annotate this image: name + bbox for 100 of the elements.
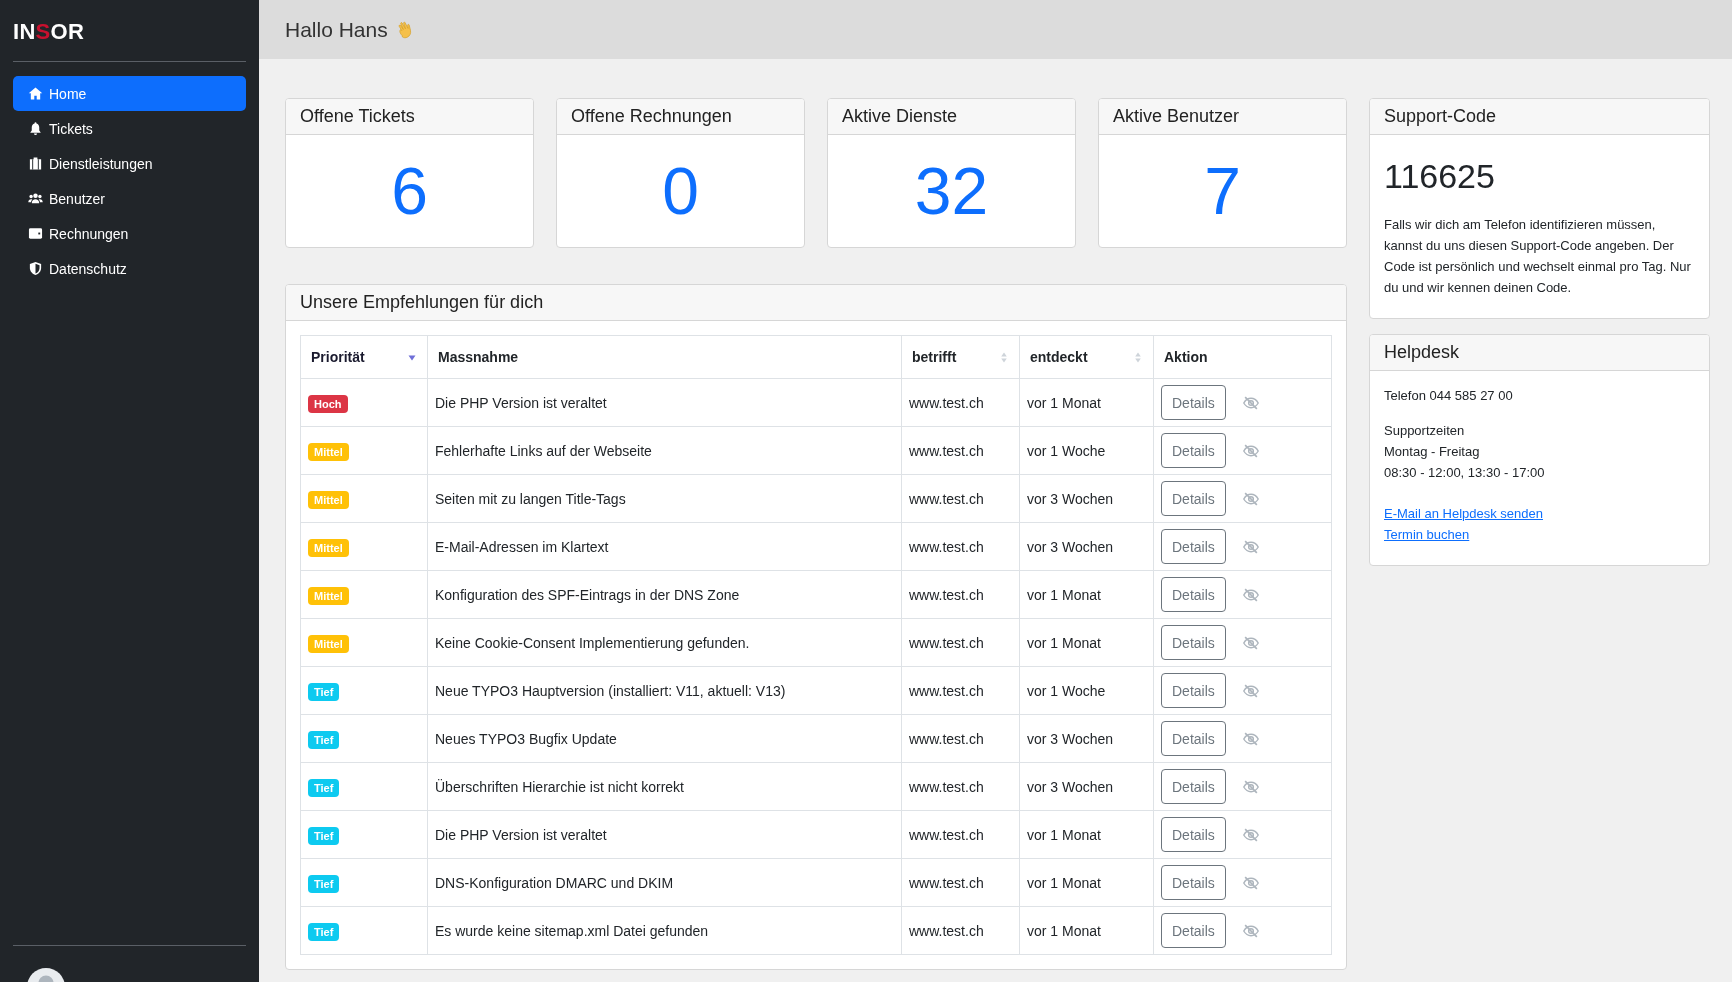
table-cell: Neues TYPO3 Bugfix Update bbox=[427, 714, 902, 763]
shield-icon bbox=[28, 261, 43, 276]
stat-value: 32 bbox=[914, 158, 989, 224]
card-title: Aktive Benutzer bbox=[1099, 99, 1346, 135]
table-cell: Seiten mit zu langen Title-Tags bbox=[427, 474, 902, 523]
table-cell: www.test.ch bbox=[901, 858, 1020, 907]
priority-badge: Mittel bbox=[308, 442, 349, 461]
sidebar-item[interactable]: Datenschutz bbox=[13, 251, 246, 286]
table-cell: Die PHP Version ist veraltet bbox=[427, 810, 902, 859]
table-cell: vor 1 Monat bbox=[1019, 858, 1154, 907]
priority-badge: Hoch bbox=[308, 394, 348, 413]
column-header: Aktion bbox=[1153, 335, 1332, 379]
priority-badge: Mittel bbox=[308, 490, 349, 509]
support-hours-text: Supportzeiten bbox=[1384, 422, 1466, 440]
support-hours-text: 08:30 - 12:00, 13:30 - 17:00 bbox=[1384, 464, 1546, 482]
table-cell: www.test.ch bbox=[901, 570, 1020, 619]
table-cell: vor 1 Monat bbox=[1019, 378, 1154, 427]
table-cell: Fehlerhafte Links auf der Webseite bbox=[427, 426, 902, 475]
details-button[interactable]: Details bbox=[1161, 385, 1226, 420]
suitcase-icon bbox=[28, 156, 43, 171]
support-code: 116625 bbox=[1384, 157, 1496, 196]
table-cell: Überschriften Hierarchie ist nicht korrekt bbox=[427, 762, 902, 811]
details-button[interactable]: Details bbox=[1161, 481, 1226, 516]
table-cell: www.test.ch bbox=[901, 378, 1020, 427]
table-cell: www.test.ch bbox=[901, 906, 1020, 955]
bell-icon bbox=[28, 121, 43, 136]
details-button[interactable]: Details bbox=[1161, 673, 1226, 708]
priority-badge: Mittel bbox=[308, 586, 349, 605]
card-title: Aktive Dienste bbox=[828, 99, 1075, 135]
details-button[interactable]: Details bbox=[1161, 913, 1226, 948]
support-hours-text: Montag - Freitag bbox=[1384, 443, 1481, 461]
priority-badge: Tief bbox=[308, 730, 340, 749]
card-title: Helpdesk bbox=[1370, 335, 1709, 371]
table-cell: www.test.ch bbox=[901, 666, 1020, 715]
greeting: Hallo Hans bbox=[285, 17, 388, 42]
details-button[interactable]: Details bbox=[1161, 865, 1226, 900]
table-cell: vor 3 Wochen bbox=[1019, 714, 1154, 763]
table-cell: DNS-Konfiguration DMARC und DKIM bbox=[427, 858, 902, 907]
table-cell: Keine Cookie-Consent Implementierung gefunden. bbox=[427, 618, 902, 667]
table-cell: vor 1 Woche bbox=[1019, 666, 1154, 715]
priority-badge: Tief bbox=[308, 922, 340, 941]
table-cell: vor 3 Wochen bbox=[1019, 474, 1154, 523]
sort-icon bbox=[999, 350, 1009, 364]
sidebar-item[interactable]: Rechnungen bbox=[13, 216, 246, 251]
wallet-icon bbox=[28, 226, 43, 241]
table-cell: E-Mail-Adressen im Klartext bbox=[427, 522, 902, 571]
table-cell: www.test.ch bbox=[901, 762, 1020, 811]
table-cell: vor 3 Wochen bbox=[1019, 762, 1154, 811]
phone-number: Telefon 044 585 27 00 bbox=[1384, 387, 1514, 405]
column-header[interactable]: Priorität bbox=[300, 335, 428, 379]
table-cell: www.test.ch bbox=[901, 426, 1020, 475]
priority-badge: Tief bbox=[308, 874, 340, 893]
support-code-text: Falls wir dich am Telefon identifizieren müssen, kannst du uns diesen Support-Code angeben. Der Code ist persönlich und wechselt einmal pro Tag. Nur du und wir kennen deinen Code. bbox=[1384, 216, 1692, 297]
details-button[interactable]: Details bbox=[1161, 577, 1226, 612]
table-cell: vor 1 Monat bbox=[1019, 570, 1154, 619]
details-button[interactable]: Details bbox=[1161, 817, 1226, 852]
details-button[interactable]: Details bbox=[1161, 433, 1226, 468]
link[interactable]: E-Mail an Helpdesk senden bbox=[1384, 503, 1543, 524]
details-button[interactable]: Details bbox=[1161, 625, 1226, 660]
table-cell: www.test.ch bbox=[901, 522, 1020, 571]
details-button[interactable]: Details bbox=[1161, 721, 1226, 756]
sidebar-item[interactable]: Benutzer bbox=[13, 181, 246, 216]
table-cell: www.test.ch bbox=[901, 810, 1020, 859]
card-title: Unsere Empfehlungen für dich bbox=[286, 285, 1346, 321]
stat-value: 7 bbox=[1204, 158, 1241, 224]
sidebar-item[interactable]: Dienstleistungen bbox=[13, 146, 246, 181]
sidebar-item[interactable]: Home bbox=[13, 76, 246, 111]
table-cell: vor 3 Wochen bbox=[1019, 522, 1154, 571]
card-title: Offene Rechnungen bbox=[557, 99, 804, 135]
priority-badge: Tief bbox=[308, 778, 340, 797]
table-cell: vor 1 Monat bbox=[1019, 810, 1154, 859]
priority-badge: Tief bbox=[308, 826, 340, 845]
table-cell: www.test.ch bbox=[901, 714, 1020, 763]
details-button[interactable]: Details bbox=[1161, 529, 1226, 564]
table-cell: www.test.ch bbox=[901, 474, 1020, 523]
table-cell: Konfiguration des SPF-Eintrags in der DNS Zone bbox=[427, 570, 902, 619]
table-cell: Die PHP Version ist veraltet bbox=[427, 378, 902, 427]
card-title: Support-Code bbox=[1370, 99, 1709, 135]
stat-value: 0 bbox=[662, 158, 699, 224]
priority-badge: Tief bbox=[308, 682, 340, 701]
column-header[interactable]: entdeckt bbox=[1019, 335, 1154, 379]
details-button[interactable]: Details bbox=[1161, 769, 1226, 804]
table-cell: Neue TYPO3 Hauptversion (installiert: V11, aktuell: V13) bbox=[427, 666, 902, 715]
link[interactable]: Termin buchen bbox=[1384, 524, 1470, 545]
home-icon bbox=[28, 86, 43, 101]
table-cell: Es wurde keine sitemap.xml Datei gefunden bbox=[427, 906, 902, 955]
users-icon bbox=[28, 191, 43, 206]
column-header[interactable]: betrifft bbox=[901, 335, 1020, 379]
table-cell: vor 1 Monat bbox=[1019, 618, 1154, 667]
card-title: Offene Tickets bbox=[286, 99, 533, 135]
sidebar-item[interactable]: Tickets bbox=[13, 111, 246, 146]
table-cell: www.test.ch bbox=[901, 618, 1020, 667]
priority-badge: Mittel bbox=[308, 634, 349, 653]
column-header: Massnahme bbox=[427, 335, 902, 379]
table-cell: vor 1 Monat bbox=[1019, 906, 1154, 955]
table-cell: vor 1 Woche bbox=[1019, 426, 1154, 475]
logo: INSOR bbox=[13, 19, 85, 45]
priority-badge: Mittel bbox=[308, 538, 349, 557]
sort-icon bbox=[1133, 350, 1143, 364]
stat-value: 6 bbox=[391, 158, 428, 224]
